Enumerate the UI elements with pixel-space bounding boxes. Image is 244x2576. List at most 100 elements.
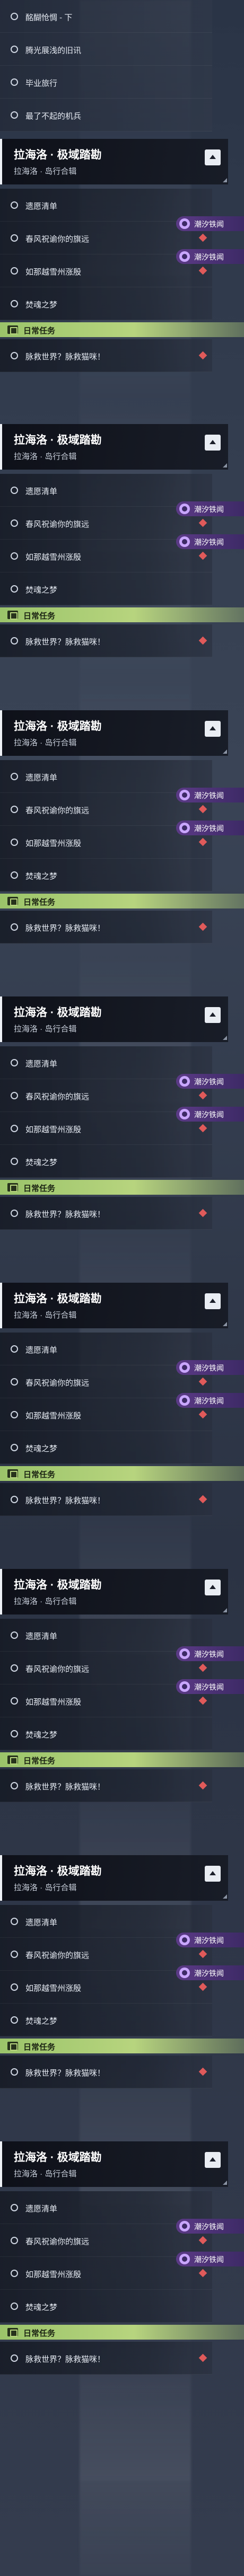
quest-row[interactable]: 焚魂之梦	[0, 572, 212, 605]
event-badge[interactable]: 潮汐铁闻	[176, 821, 244, 835]
collapse-button[interactable]	[205, 149, 221, 165]
event-icon	[179, 1076, 190, 1087]
event-badge[interactable]: 潮汐铁闻	[176, 1107, 244, 1122]
quest-label: 春风祝谕你的旗远	[25, 1951, 90, 1960]
section-subtitle: 拉海洛 · 岛行合辑	[14, 1883, 77, 1892]
diamond-marker-icon	[198, 551, 207, 560]
quest-label: 遗愿清单	[25, 1632, 58, 1641]
daily-task-icon	[7, 611, 18, 620]
quest-row[interactable]: 酩醐怆惆 - 下	[0, 0, 212, 33]
daily-quest-row[interactable]: 脉救世界？脉救猫咪！	[0, 911, 212, 943]
chevron-up-icon	[210, 726, 216, 730]
badge-label: 潮汐铁闻	[194, 1397, 224, 1405]
quest-row[interactable]: 最了不起的机兵	[0, 99, 212, 131]
daily-quest-row[interactable]: 脉救世界？脉救猫咪！	[0, 2055, 212, 2088]
badge-label: 潮汐铁闻	[194, 791, 224, 800]
quest-label: 如那越雪州涨殷	[25, 553, 82, 562]
collapse-button[interactable]	[205, 1007, 221, 1023]
quest-row[interactable]: 焚魂之梦	[0, 1717, 212, 1750]
quest-label: 如那越雪州涨殷	[25, 268, 82, 277]
quest-row[interactable]: 腾光展浅的旧讯	[0, 33, 212, 66]
collapse-button[interactable]	[205, 1293, 221, 1309]
event-badge[interactable]: 潮汐铁闻	[176, 1360, 244, 1375]
event-badge[interactable]: 潮汐铁闻	[176, 788, 244, 802]
event-icon	[179, 1681, 190, 1692]
quest-row[interactable]: 焚魂之梦	[0, 859, 212, 892]
event-badge[interactable]: 潮汐铁闻	[176, 1965, 244, 1980]
corner-decoration	[223, 749, 227, 754]
daily-task-header: 日常任务	[0, 1752, 244, 1767]
event-icon	[179, 2254, 190, 2264]
daily-quest-row[interactable]: 脉救世界？脉救猫咪！	[0, 1769, 212, 1802]
quest-label: 焚魂之梦	[25, 1158, 58, 1167]
quest-row[interactable]: 焚魂之梦	[0, 2290, 212, 2323]
section-header[interactable]: 拉海洛 · 极域踏勘 拉海洛 · 岛行合辑	[0, 1569, 228, 1615]
circle-icon	[11, 1444, 18, 1451]
section-header[interactable]: 拉海洛 · 极域踏勘 拉海洛 · 岛行合辑	[0, 710, 228, 756]
section-header[interactable]: 拉海洛 · 极域踏勘 拉海洛 · 岛行合辑	[0, 1855, 228, 1901]
section-header[interactable]: 拉海洛 · 极域踏勘 拉海洛 · 岛行合辑	[0, 2141, 228, 2187]
event-badge[interactable]: 潮汐铁闻	[176, 1933, 244, 1947]
badge-label: 潮汐铁闻	[194, 2255, 224, 2264]
corner-decoration	[223, 178, 227, 182]
daily-task-icon	[7, 1755, 18, 1765]
badge-label: 潮汐铁闻	[194, 1683, 224, 1691]
corner-decoration	[223, 1894, 227, 1899]
section-subtitle: 拉海洛 · 岛行合辑	[14, 167, 77, 176]
circle-icon	[11, 2354, 18, 2362]
event-badge[interactable]: 潮汐铁闻	[176, 1646, 244, 1661]
daily-quest-row[interactable]: 脉救世界？脉救猫咪！	[0, 2342, 212, 2375]
event-badge[interactable]: 潮汐铁闻	[176, 2252, 244, 2266]
section-header[interactable]: 拉海洛 · 极域踏勘 拉海洛 · 岛行合辑	[0, 139, 228, 184]
quest-row[interactable]: 焚魂之梦	[0, 1431, 212, 1464]
quest-row[interactable]: 焚魂之梦	[0, 287, 212, 320]
diamond-marker-icon	[198, 922, 207, 931]
diamond-marker-icon	[198, 1091, 207, 1100]
quest-label: 焚魂之梦	[25, 1444, 58, 1453]
quest-row[interactable]: 焚魂之梦	[0, 1145, 212, 1178]
daily-quest-row[interactable]: 脉救世界？脉救猫咪！	[0, 624, 212, 657]
quest-label: 如那越雪州涨殷	[25, 1984, 82, 1993]
badge-label: 潮汐铁闻	[194, 1078, 224, 1086]
circle-icon	[11, 78, 18, 86]
section-header[interactable]: 拉海洛 · 极域踏勘 拉海洛 · 岛行合辑	[0, 424, 228, 470]
chevron-up-icon	[210, 1012, 216, 1017]
section-header[interactable]: 拉海洛 · 极域踏勘 拉海洛 · 岛行合辑	[0, 1283, 228, 1328]
quest-label: 焚魂之梦	[25, 872, 58, 881]
quest-section: 拉海洛 · 极域踏勘 拉海洛 · 岛行合辑 遗愿清单 春风祝谕你的旗远 如那越雪州涨殷焚…	[0, 710, 244, 996]
event-badge[interactable]: 潮汐铁闻	[176, 1393, 244, 1408]
circle-icon	[11, 2237, 18, 2244]
daily-quest-row[interactable]: 脉救世界？脉救猫咪！	[0, 339, 212, 372]
quest-label: 遗愿清单	[25, 1060, 58, 1069]
diamond-marker-icon	[198, 2236, 207, 2245]
event-badge[interactable]: 潮汐铁闻	[176, 1074, 244, 1089]
quest-label: 焚魂之梦	[25, 301, 58, 310]
event-badge[interactable]: 潮汐铁闻	[176, 501, 244, 516]
circle-icon	[11, 1631, 18, 1639]
circle-icon	[11, 2016, 18, 2024]
event-badge[interactable]: 潮汐铁闻	[176, 216, 244, 231]
diamond-marker-icon	[198, 351, 207, 360]
quest-row[interactable]: 焚魂之梦	[0, 2004, 212, 2036]
event-icon	[179, 790, 190, 800]
daily-task-header: 日常任务	[0, 894, 244, 908]
event-badge[interactable]: 潮汐铁闻	[176, 1679, 244, 1694]
collapse-button[interactable]	[205, 435, 221, 451]
circle-icon	[11, 1158, 18, 1165]
collapse-button[interactable]	[205, 721, 221, 737]
daily-task-title: 日常任务	[23, 612, 56, 621]
quest-label: 脉救世界？脉救猫咪！	[25, 1210, 106, 1219]
collapse-button[interactable]	[205, 2152, 221, 2168]
quest-row[interactable]: 毕业旅行	[0, 66, 212, 99]
daily-quest-row[interactable]: 脉救世界？脉救猫咪！	[0, 1197, 212, 1230]
event-badge[interactable]: 潮汐铁闻	[176, 249, 244, 264]
quest-label: 春风祝谕你的旗远	[25, 1665, 90, 1674]
section-header[interactable]: 拉海洛 · 极域踏勘 拉海洛 · 岛行合辑	[0, 996, 228, 1042]
circle-icon	[11, 46, 18, 53]
collapse-button[interactable]	[205, 1580, 221, 1595]
diamond-marker-icon	[198, 266, 207, 275]
event-badge[interactable]: 潮汐铁闻	[176, 534, 244, 549]
event-badge[interactable]: 潮汐铁闻	[176, 2219, 244, 2234]
daily-quest-row[interactable]: 脉救世界？脉救猫咪！	[0, 1483, 212, 1516]
collapse-button[interactable]	[205, 1866, 221, 1882]
